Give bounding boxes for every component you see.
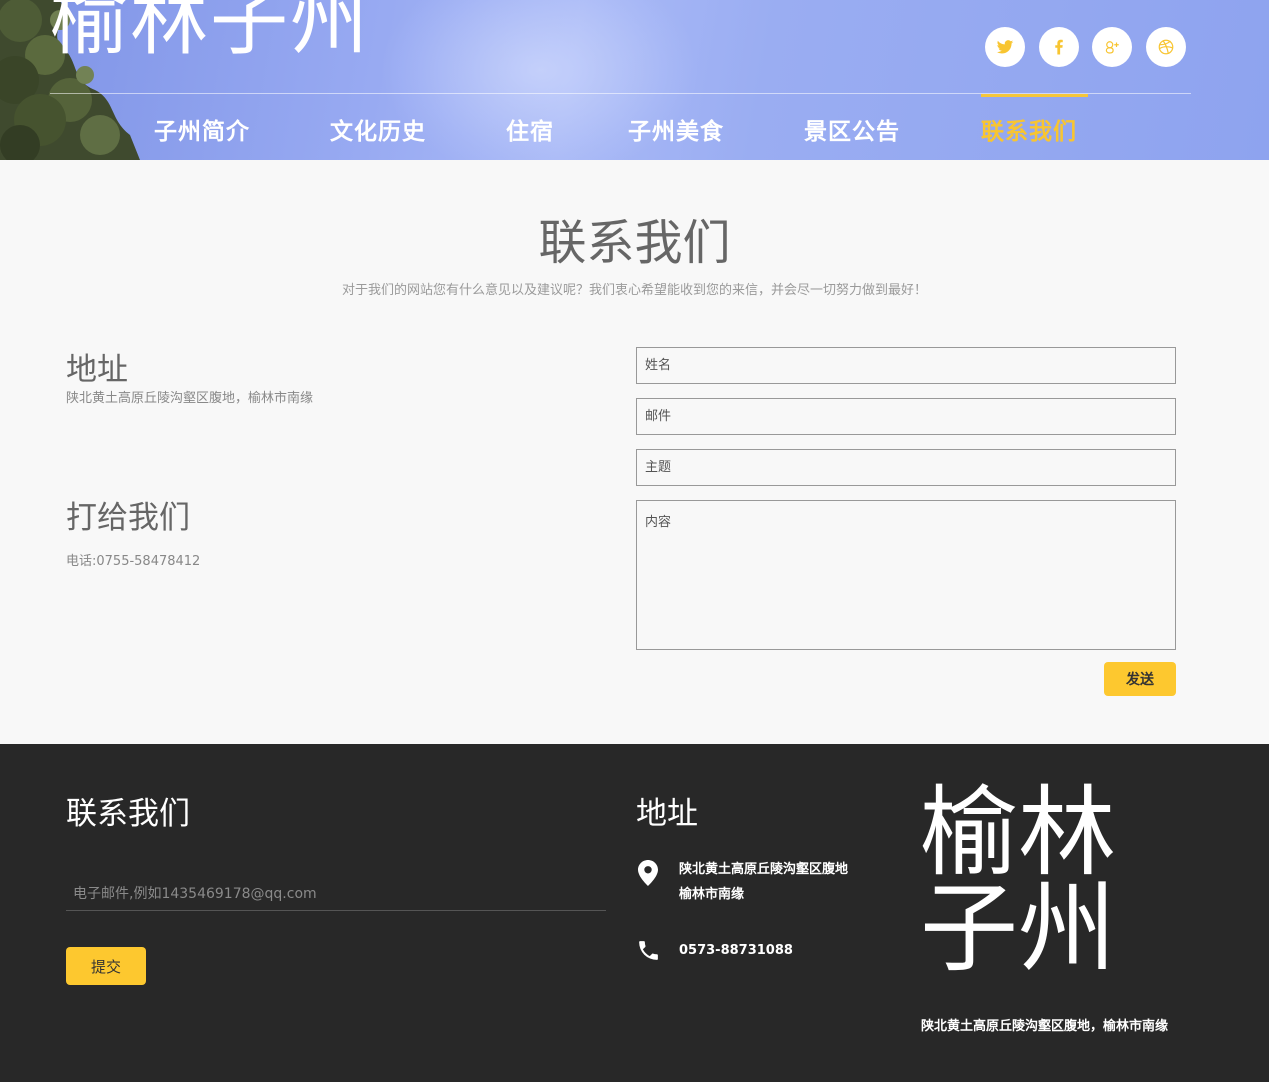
dribbble-icon xyxy=(1158,39,1174,55)
address-heading: 地址 xyxy=(66,352,128,388)
address-text: 陕北黄土高原丘陵沟壑区腹地，榆林市南缘 xyxy=(66,391,314,406)
footer-address-heading: 地址 xyxy=(636,796,698,832)
footer-logo-address: 陕北黄土高原丘陵沟壑区腹地，榆林市南缘 xyxy=(921,1019,1169,1034)
footer-address-text: 陕北黄土高原丘陵沟壑区腹地 榆林市南缘 xyxy=(679,857,848,907)
google-plus-button[interactable] xyxy=(1092,27,1132,67)
nav-item-food[interactable]: 子州美食 xyxy=(628,112,724,146)
footer-contact-heading: 联系我们 xyxy=(66,796,190,832)
location-pin-icon xyxy=(638,860,658,886)
nav-item-intro[interactable]: 子州简介 xyxy=(154,112,250,146)
page-title: 联系我们 xyxy=(538,215,731,271)
footer-logo-line2: 子州 xyxy=(920,872,1117,986)
nav-active-indicator xyxy=(981,94,1088,97)
submit-button[interactable]: 提交 xyxy=(66,947,146,985)
twitter-button[interactable] xyxy=(985,27,1025,67)
footer-logo-line1: 榆林 xyxy=(920,776,1117,890)
phone-icon xyxy=(639,941,658,960)
email-input[interactable] xyxy=(636,398,1176,435)
call-heading: 打给我们 xyxy=(66,500,190,536)
subject-input[interactable] xyxy=(636,449,1176,486)
twitter-icon xyxy=(996,40,1014,54)
nav-item-lodging[interactable]: 住宿 xyxy=(506,112,554,146)
footer-address-line1: 陕北黄土高原丘陵沟壑区腹地 xyxy=(679,862,849,877)
phone-text: 电话:0755-58478412 xyxy=(66,554,201,569)
send-button[interactable]: 发送 xyxy=(1104,662,1176,696)
newsletter-email-input[interactable] xyxy=(66,877,606,911)
dribbble-button[interactable] xyxy=(1146,27,1186,67)
site-logo[interactable]: 榆林子州 xyxy=(50,0,370,60)
footer-logo: 榆林 子州 xyxy=(920,776,1130,986)
content-textarea[interactable] xyxy=(636,500,1176,650)
name-input[interactable] xyxy=(636,347,1176,384)
nav-item-notice[interactable]: 景区公告 xyxy=(804,112,900,146)
site-header: 榆林子州 子州简介 文化历史 住宿 子州美食 景区公告 联系我们 xyxy=(0,0,1269,160)
page-subtitle: 对于我们的网站您有什么意见以及建议呢？我们衷心希望能收到您的来信，并会尽一切努力… xyxy=(341,283,927,298)
facebook-button[interactable] xyxy=(1039,27,1079,67)
nav-item-history[interactable]: 文化历史 xyxy=(330,112,426,146)
footer-address-line2: 榆林市南缘 xyxy=(679,887,745,902)
footer-phone: 0573-88731088 xyxy=(679,943,793,958)
google-plus-icon xyxy=(1105,41,1119,54)
facebook-icon xyxy=(1055,39,1063,55)
nav-item-contact[interactable]: 联系我们 xyxy=(981,112,1077,146)
